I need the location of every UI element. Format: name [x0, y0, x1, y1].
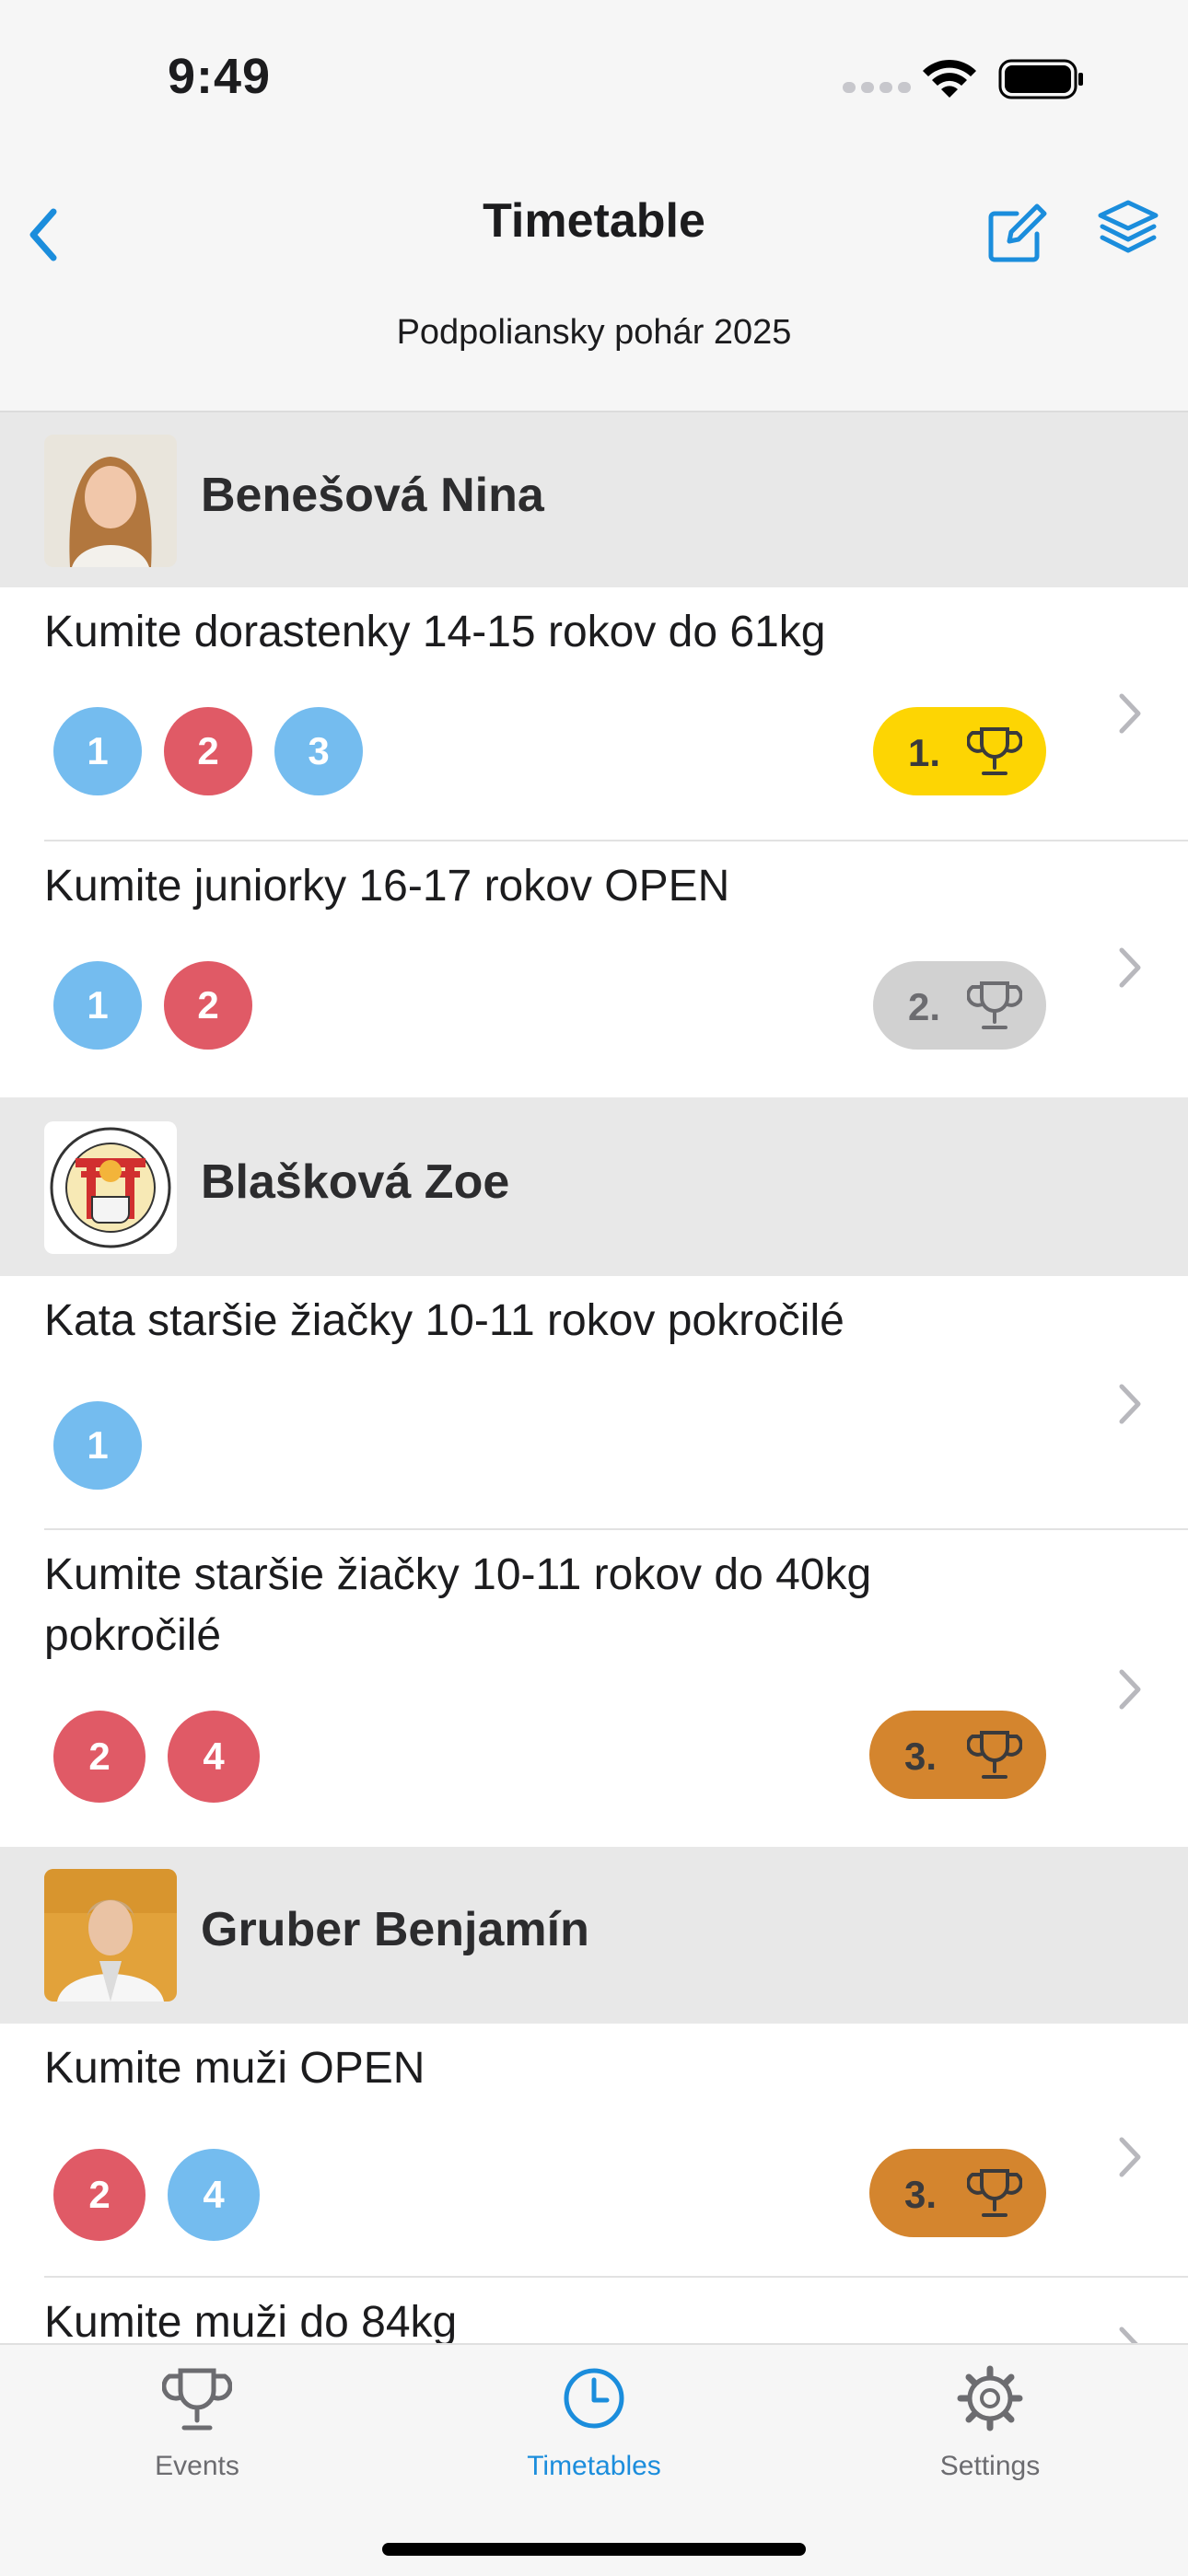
status-bar: 9:49	[0, 0, 1188, 157]
round-badge: 1	[53, 1401, 142, 1490]
trophy-icon	[967, 727, 1022, 775]
event-row[interactable]: Kumite staršie žiačky 10-11 rokov do 40k…	[0, 1530, 1188, 1847]
clock-icon	[564, 2368, 624, 2429]
chevron-right-icon	[1119, 1384, 1141, 1424]
athlete-name: Blašková Zoe	[201, 1155, 510, 1209]
rounds: 1	[53, 1401, 164, 1490]
rounds: 12	[53, 961, 274, 1050]
placement-badge: 3.	[869, 2149, 1046, 2237]
compose-icon[interactable]	[984, 193, 1048, 267]
round-badge: 2	[53, 1711, 146, 1803]
club-logo	[44, 1121, 177, 1254]
battery-icon	[998, 59, 1083, 99]
chevron-right-icon	[1119, 693, 1141, 734]
timetable-list: Benešová Nina Kumite dorastenky 14-15 ro…	[0, 412, 1188, 2462]
chevron-right-icon	[1119, 947, 1141, 988]
tab-settings[interactable]: Settings	[879, 2363, 1101, 2482]
athlete-header: Benešová Nina	[0, 412, 1188, 587]
home-indicator[interactable]	[382, 2543, 806, 2556]
rounds: 24	[53, 2149, 282, 2241]
athlete-header: Gruber Benjamín	[0, 1847, 1188, 2024]
placement-number: 2.	[908, 985, 941, 1028]
event-title: Kumite dorastenky 14-15 rokov do 61kg	[44, 608, 826, 656]
event-name: Podpoliansky pohár 2025	[396, 313, 792, 352]
trophy-icon	[967, 1731, 1022, 1779]
placement-number: 1.	[908, 731, 941, 774]
event-row[interactable]: Kumite dorastenky 14-15 rokov do 61kg 12…	[0, 587, 1188, 841]
event-row[interactable]: Kata staršie žiačky 10-11 rokov pokročil…	[0, 1276, 1188, 1530]
athlete-name: Benešová Nina	[201, 469, 544, 522]
round-badge: 2	[53, 2149, 146, 2241]
athlete-name: Gruber Benjamín	[201, 1903, 589, 1956]
tab-events[interactable]: Events	[87, 2363, 308, 2482]
tab-timetables[interactable]: Timetables	[483, 2363, 705, 2482]
trophy-icon	[967, 981, 1022, 1029]
layers-icon[interactable]	[1091, 193, 1165, 267]
placement-badge: 2.	[873, 961, 1046, 1050]
status-time: 9:49	[168, 49, 272, 104]
tab-bar: Events Timetables Settings	[0, 2343, 1188, 2576]
event-title: Kumite juniorky 16-17 rokov OPEN	[44, 862, 730, 911]
gear-icon	[957, 2365, 1023, 2431]
round-badge: 1	[53, 961, 142, 1050]
round-badge: 4	[168, 1711, 260, 1803]
trophy-icon	[967, 2169, 1022, 2217]
chevron-right-icon	[1119, 2137, 1141, 2177]
round-badge: 2	[164, 707, 252, 795]
rounds: 24	[53, 1711, 282, 1803]
tab-label: Events	[155, 2451, 239, 2481]
placement-badge: 1.	[873, 707, 1046, 795]
placement-number: 3.	[904, 1735, 938, 1778]
chevron-right-icon	[1119, 1669, 1141, 1710]
round-badge: 4	[168, 2149, 260, 2241]
event-title: Kumite muži OPEN	[44, 2044, 425, 2093]
placement-number: 3.	[904, 2173, 938, 2216]
tab-label: Settings	[939, 2451, 1041, 2481]
tab-label: Timetables	[527, 2451, 661, 2481]
athlete-photo	[44, 1869, 177, 2002]
athlete-photo	[44, 435, 177, 567]
round-badge: 1	[53, 707, 142, 795]
wifi-icon	[923, 59, 976, 98]
event-title: Kumite staršie žiačky 10-11 rokov do 40k…	[44, 1550, 872, 1660]
navigation-bar: Timetable Podpoliansky pohár 2025	[0, 157, 1188, 412]
event-row[interactable]: Kumite muži OPEN 24 3.	[0, 2024, 1188, 2278]
trophy-icon	[161, 2368, 233, 2431]
event-title: Kata staršie žiačky 10-11 rokov pokročil…	[44, 1296, 844, 1345]
round-badge: 3	[274, 707, 363, 795]
rounds: 123	[53, 707, 385, 795]
athlete-header: Blašková Zoe	[0, 1097, 1188, 1276]
cellular-signal-icon	[843, 81, 916, 98]
round-badge: 2	[164, 961, 252, 1050]
placement-badge: 3.	[869, 1711, 1046, 1799]
event-row[interactable]: Kumite juniorky 16-17 rokov OPEN 12 2.	[0, 841, 1188, 1097]
